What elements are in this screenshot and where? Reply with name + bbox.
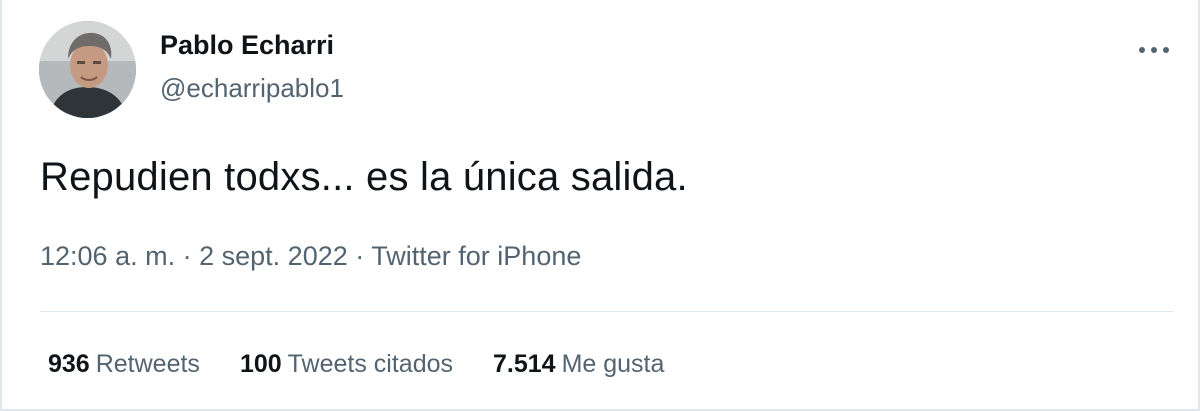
tweet-metadata: 12:06 a. m. · 2 sept. 2022 · Twitter for…	[40, 241, 581, 272]
meta-separator: ·	[182, 241, 192, 271]
tweet-time[interactable]: 12:06 a. m.	[40, 241, 175, 271]
tweet-card: Pablo Echarri @echarripablo1 Repudien to…	[0, 0, 1200, 411]
engagement-stats: 936 Retweets 100 Tweets citados 7.514 Me gu…	[48, 350, 664, 379]
more-horizontal-icon	[1139, 47, 1169, 53]
quote-tweets-count: 100	[239, 350, 282, 378]
author-name[interactable]: Pablo Echarri	[160, 30, 334, 61]
likes-stat[interactable]: 7.514 Me gusta	[493, 350, 664, 379]
more-options-button[interactable]	[1132, 30, 1176, 70]
retweets-count: 936	[48, 350, 90, 378]
divider	[40, 311, 1174, 312]
tweet-source[interactable]: Twitter for iPhone	[371, 241, 581, 271]
quote-tweets-stat[interactable]: 100 Tweets citados	[240, 350, 453, 379]
avatar-photo-icon	[39, 21, 136, 118]
retweets-label: Retweets	[95, 350, 200, 378]
retweets-stat[interactable]: 936 Retweets	[48, 350, 200, 379]
tweet-text: Repudien todxs... es la única salida.	[40, 155, 688, 199]
likes-label: Me gusta	[561, 350, 665, 378]
meta-separator: ·	[355, 241, 365, 271]
likes-count: 7.514	[493, 350, 556, 378]
quote-tweets-label: Tweets citados	[287, 350, 454, 378]
tweet-date[interactable]: 2 sept. 2022	[199, 241, 348, 271]
author-handle[interactable]: @echarripablo1	[160, 73, 344, 104]
author-avatar[interactable]	[39, 21, 136, 118]
